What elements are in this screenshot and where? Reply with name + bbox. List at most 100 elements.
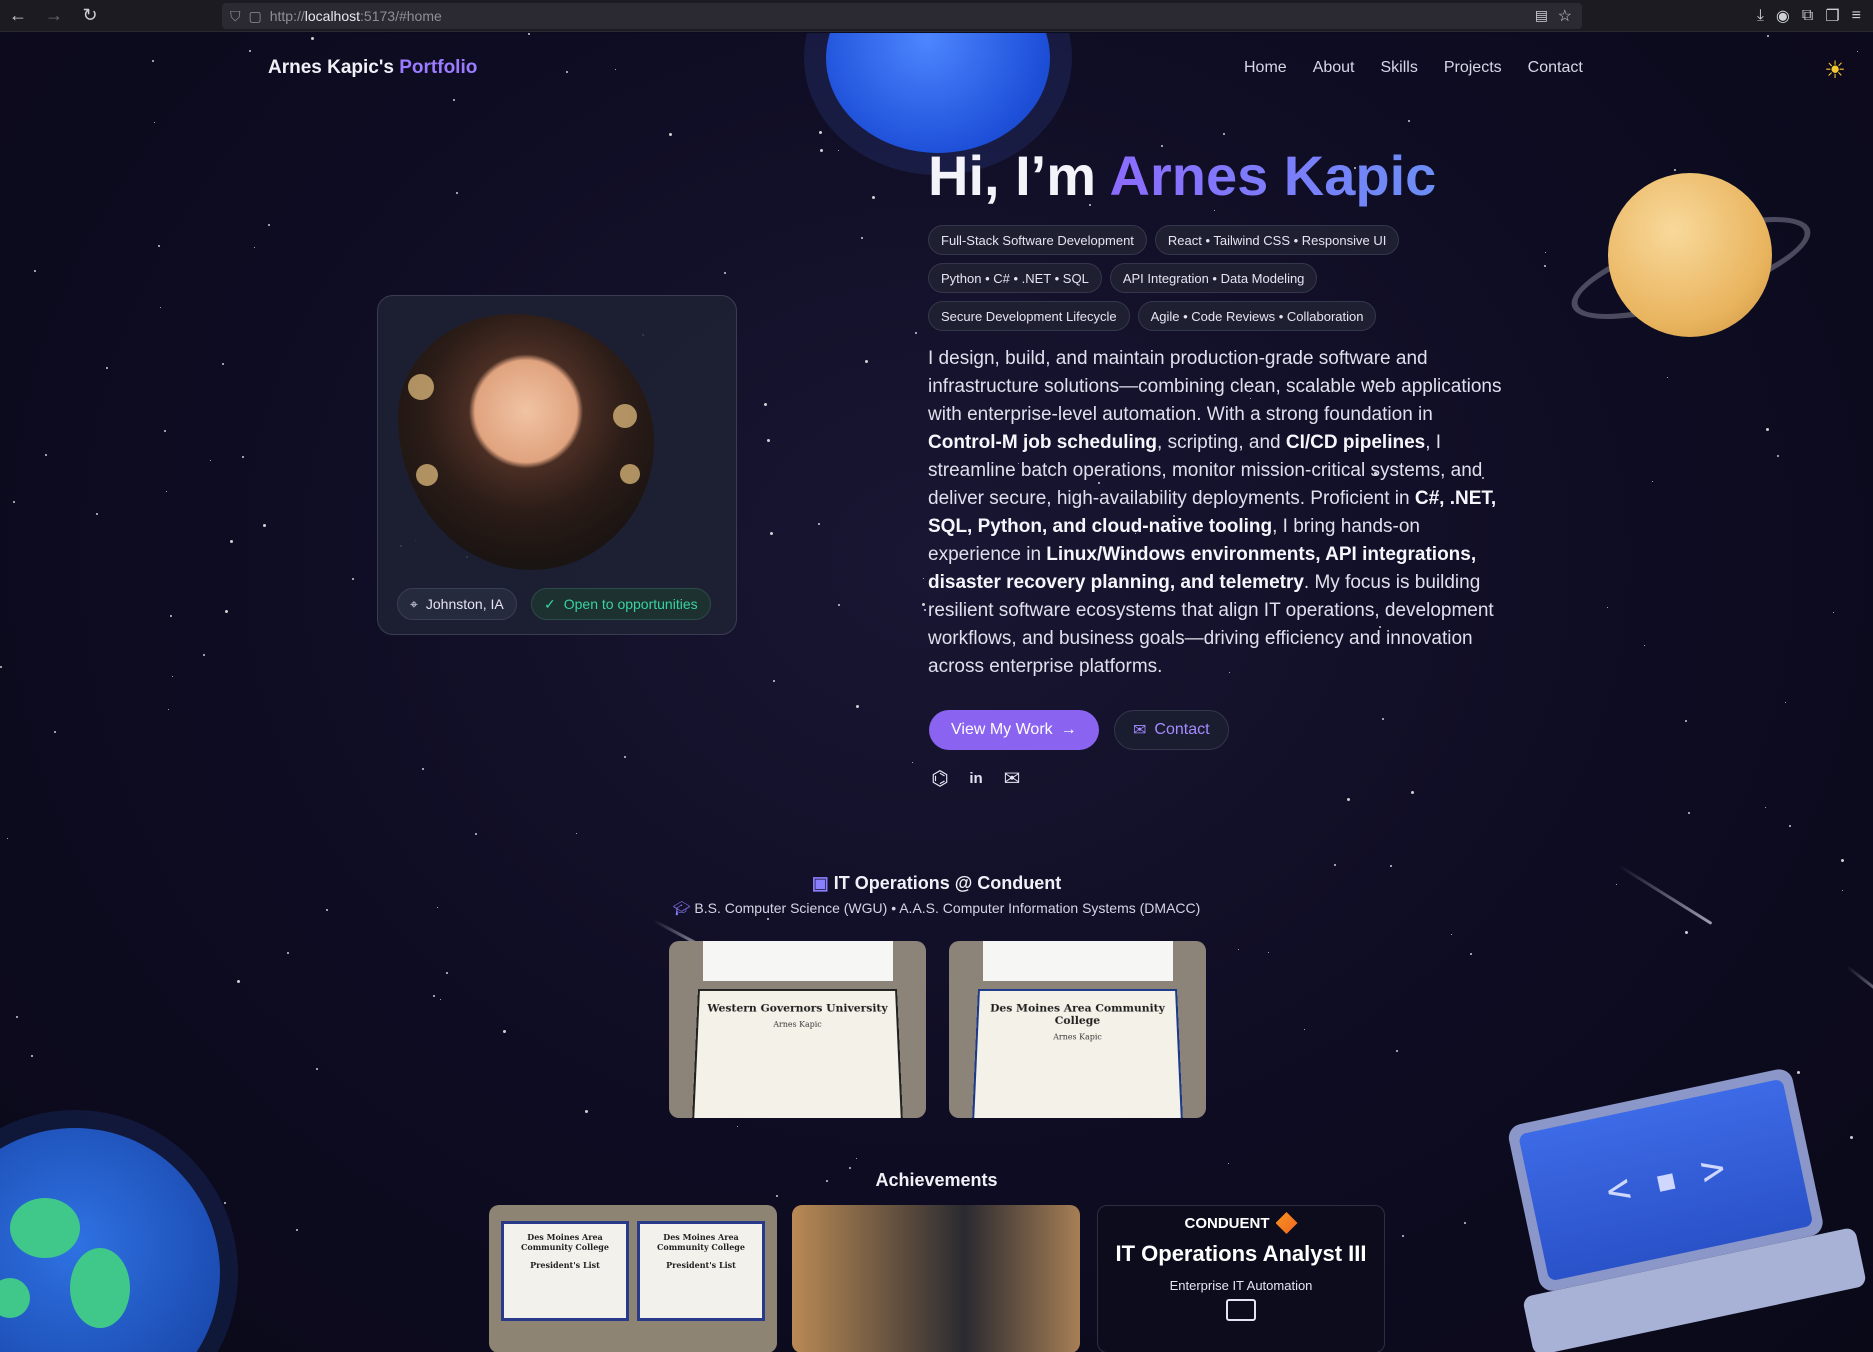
star-dot	[1766, 35, 1769, 38]
back-icon[interactable]: ←	[0, 0, 36, 32]
star-dot	[775, 1195, 778, 1198]
star-dot	[872, 195, 876, 199]
nav-projects[interactable]: Projects	[1444, 59, 1502, 77]
star-dot	[254, 246, 256, 248]
star-dot	[1685, 719, 1688, 722]
nav-about[interactable]: About	[1313, 59, 1355, 77]
star-dot	[154, 121, 156, 123]
planet-decoration	[826, 33, 1050, 153]
education-subtitle: 🎓︎ B.S. Computer Science (WGU) • A.A.S. …	[672, 900, 1201, 916]
star-dot	[764, 402, 768, 406]
star-dot	[624, 756, 627, 759]
star-dot	[1857, 51, 1859, 53]
menu-icon[interactable]: ≡	[1852, 7, 1861, 25]
star-dot	[1776, 455, 1779, 458]
star-dot	[164, 429, 167, 432]
github-icon[interactable]: ⌬	[929, 767, 951, 790]
shield-icon: ⛉	[230, 7, 241, 24]
forward-icon[interactable]: →	[36, 0, 72, 32]
nav-skills[interactable]: Skills	[1381, 59, 1418, 77]
star-dot	[31, 1055, 34, 1058]
star-dot	[263, 524, 267, 528]
star-dot	[1396, 1050, 1399, 1053]
star-dot	[1606, 606, 1608, 608]
star-dot	[1228, 1163, 1230, 1165]
site-brand[interactable]: Arnes Kapic's Portfolio	[268, 57, 477, 79]
star-dot	[1841, 858, 1845, 862]
star-dot	[766, 918, 769, 921]
diploma-image[interactable]: Western Governors University Arnes Kapic	[669, 941, 926, 1118]
star-dot	[105, 366, 108, 369]
page-icon: ▢	[248, 7, 262, 24]
star-dot	[241, 455, 244, 458]
achievement-card[interactable]: CONDUENT IT Operations Analyst III Enter…	[1097, 1205, 1385, 1352]
star-dot	[1238, 948, 1240, 950]
star-dot	[864, 359, 868, 363]
star-dot	[209, 459, 211, 461]
nav-home[interactable]: Home	[1244, 59, 1287, 77]
star-dot	[773, 679, 776, 682]
star-dot	[1410, 790, 1414, 794]
earth-decoration	[0, 1128, 220, 1352]
star-dot	[1850, 1135, 1854, 1139]
star-dot	[1833, 612, 1835, 614]
diploma-image[interactable]: Des Moines Area Community College Arnes K…	[949, 941, 1206, 1118]
star-dot	[1402, 1234, 1405, 1237]
account-icon[interactable]: ◉	[1776, 6, 1790, 26]
star-dot	[1469, 953, 1472, 956]
star-dot	[1390, 865, 1393, 868]
star-dot	[475, 832, 478, 835]
sun-icon[interactable]: ☀	[1820, 55, 1850, 85]
star-dot	[1382, 718, 1385, 721]
conduent-logo	[1275, 1212, 1298, 1234]
star-dot	[1346, 797, 1350, 801]
mail-icon: ✉	[1133, 722, 1147, 739]
map-pin-icon: ⌖	[410, 595, 418, 612]
star-dot	[1464, 1222, 1467, 1225]
star-dot	[223, 1201, 226, 1204]
server-icon	[1226, 1299, 1256, 1321]
star-dot	[723, 272, 726, 275]
star-dot	[614, 68, 616, 70]
star-dot	[170, 614, 173, 617]
skill-tag: Full-Stack Software Development	[928, 225, 1147, 255]
tab-manager-icon[interactable]: ❐	[1825, 6, 1839, 26]
address-bar[interactable]: ⛉ ▢ http://localhost:5173/#home ▤ ☆	[222, 3, 1582, 29]
star-dot	[1784, 701, 1786, 703]
star-dot	[1544, 264, 1547, 267]
star-dot	[33, 270, 36, 273]
star-dot	[158, 245, 161, 248]
education-title: ▣ IT Operations @ Conduent	[811, 873, 1062, 893]
profile-photo	[398, 314, 654, 570]
reader-view-icon[interactable]: ▤	[1535, 7, 1548, 24]
star-dot	[310, 36, 314, 40]
achievement-card[interactable]: Des Moines Area Community College Preside…	[489, 1205, 777, 1352]
star-dot	[202, 654, 205, 657]
star-dot	[923, 578, 925, 580]
view-work-button[interactable]: View My Work →	[929, 710, 1099, 750]
download-icon[interactable]: ⤓	[1757, 7, 1764, 25]
achievement-card[interactable]	[792, 1205, 1080, 1352]
star-dot	[96, 512, 99, 515]
skill-tag: API Integration • Data Modeling	[1109, 263, 1318, 293]
bookmark-star-icon[interactable]: ☆	[1558, 6, 1572, 26]
achievements-title: Achievements	[875, 1170, 998, 1190]
email-icon[interactable]: ✉	[1001, 767, 1023, 790]
contact-button[interactable]: ✉ Contact	[1114, 710, 1229, 750]
reload-icon[interactable]: ↻	[72, 0, 108, 32]
skill-tags: Full-Stack Software Development React • …	[928, 225, 1488, 331]
star-dot	[221, 362, 224, 365]
star-dot	[1688, 811, 1691, 814]
extensions-icon[interactable]: ⧉	[1802, 7, 1813, 25]
star-dot	[565, 71, 568, 74]
location-chip: ⌖ Johnston, IA	[397, 588, 517, 620]
star-dot	[433, 994, 436, 997]
star-dot	[1685, 931, 1689, 935]
star-dot	[440, 998, 442, 1000]
star-dot	[856, 1158, 858, 1160]
status-badge: ✓ Open to opportunities	[531, 588, 711, 620]
star-dot	[453, 99, 456, 102]
linkedin-icon[interactable]: in	[965, 767, 987, 789]
skill-tag: React • Tailwind CSS • Responsive UI	[1154, 225, 1400, 255]
nav-contact[interactable]: Contact	[1528, 59, 1583, 77]
